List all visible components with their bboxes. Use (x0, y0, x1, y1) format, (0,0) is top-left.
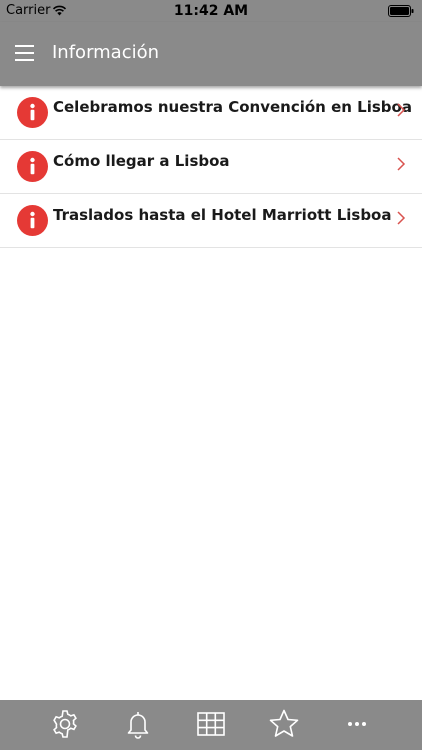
list-item-label: Celebramos nuestra Convención en Lisboa (53, 98, 412, 116)
status-bar: Carrier 11:42 AM (0, 0, 422, 22)
more-icon (348, 722, 366, 726)
tab-settings[interactable] (49, 708, 81, 740)
info-icon (17, 97, 48, 128)
app-screen: Carrier 11:42 AM Información Celebramos … (0, 0, 422, 750)
list-item[interactable]: Traslados hasta el Hotel Marriott Lisboa (0, 194, 422, 248)
tab-notifications[interactable] (122, 708, 154, 740)
tab-grid[interactable] (195, 708, 227, 740)
star-icon (269, 709, 299, 737)
chevron-right-icon (397, 103, 406, 117)
list-item[interactable]: Cómo llegar a Lisboa (0, 140, 422, 194)
list-item-label: Cómo llegar a Lisboa (53, 152, 230, 170)
chevron-right-icon (397, 211, 406, 225)
grid-icon (197, 712, 225, 736)
info-icon (17, 205, 48, 236)
bell-icon (127, 712, 149, 739)
tab-favorites[interactable] (268, 708, 300, 740)
gear-icon (53, 710, 77, 738)
page-title: Información (52, 42, 160, 63)
navigation-bar: Información (0, 22, 422, 86)
status-time: 11:42 AM (173, 3, 249, 19)
list-item[interactable]: Celebramos nuestra Convención en Lisboa (0, 86, 422, 140)
hamburger-menu-icon (15, 45, 34, 61)
tab-more[interactable] (341, 708, 373, 740)
list-item-label: Traslados hasta el Hotel Marriott Lisboa (53, 206, 392, 224)
info-icon (17, 151, 48, 182)
info-list: Celebramos nuestra Convención en Lisboa … (0, 86, 422, 248)
battery-icon (388, 5, 414, 17)
tab-bar (0, 700, 422, 750)
chevron-right-icon (397, 157, 406, 171)
menu-button[interactable] (10, 38, 40, 68)
